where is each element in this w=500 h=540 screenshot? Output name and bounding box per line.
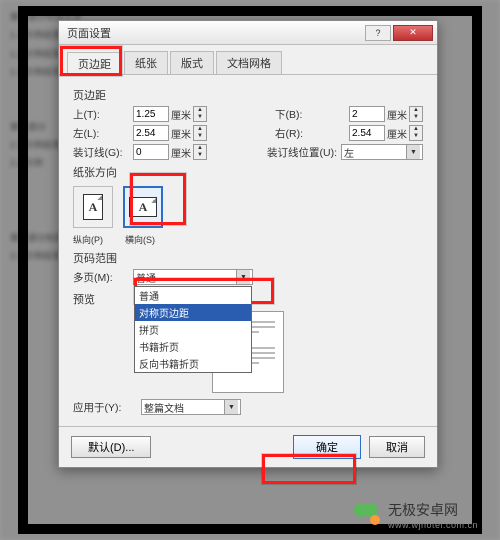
- page-portrait-icon: A: [83, 194, 103, 220]
- chevron-down-icon[interactable]: ▼: [406, 145, 420, 159]
- apply-select[interactable]: 整篇文档 ▼: [141, 399, 241, 415]
- dialog-footer: 默认(D)... 确定 取消: [59, 426, 437, 467]
- ok-button[interactable]: 确定: [293, 435, 361, 459]
- top-spinner[interactable]: 厘米 ▲▼: [133, 106, 207, 122]
- gutter-spinner[interactable]: 厘米 ▲▼: [133, 144, 207, 160]
- spin-up-icon[interactable]: ▲: [194, 126, 206, 133]
- dropdown-option[interactable]: 普通: [135, 287, 251, 304]
- spin-down-icon[interactable]: ▼: [194, 133, 206, 140]
- right-spinner[interactable]: 厘米 ▲▼: [349, 125, 423, 141]
- gutter-pos-value: 左: [344, 145, 354, 160]
- bottom-input[interactable]: [349, 106, 385, 122]
- spin-up-icon[interactable]: ▲: [410, 126, 422, 133]
- dropdown-option[interactable]: 对称页边距: [135, 304, 251, 321]
- tab-paper[interactable]: 纸张: [124, 51, 168, 74]
- tab-strip: 页边距 纸张 版式 文档网格: [59, 45, 437, 75]
- unit-label: 厘米: [171, 145, 191, 160]
- tab-layout[interactable]: 版式: [170, 51, 214, 74]
- left-label: 左(L):: [73, 126, 129, 141]
- left-spinner[interactable]: 厘米 ▲▼: [133, 125, 207, 141]
- orientation-portrait[interactable]: A: [73, 186, 113, 228]
- dialog-body: 页边距 上(T): 厘米 ▲▼ 下(B): 厘米 ▲▼ 左(L): 厘米 ▲▼: [59, 75, 437, 426]
- multi-select[interactable]: 普通 ▼ 普通 对称页边距 拼页 书籍折页 反向书籍折页: [133, 269, 253, 285]
- spin-up-icon[interactable]: ▲: [410, 107, 422, 114]
- watermark-url: www.wjhotel.com.cn: [388, 520, 478, 530]
- dropdown-option[interactable]: 书籍折页: [135, 338, 251, 355]
- watermark-logo-icon: [354, 501, 382, 529]
- pages-section-label: 页码范围: [73, 250, 423, 266]
- watermark: 无极安卓网 www.wjhotel.com.cn: [354, 500, 478, 530]
- unit-label: 厘米: [171, 126, 191, 141]
- close-button[interactable]: ✕: [393, 25, 433, 41]
- gutter-label: 装订线(G):: [73, 145, 129, 160]
- dropdown-option[interactable]: 拼页: [135, 321, 251, 338]
- margins-section-label: 页边距: [73, 87, 423, 103]
- page-landscape-icon: A: [129, 197, 157, 217]
- portrait-caption: 纵向(P): [73, 233, 103, 246]
- landscape-caption: 横向(S): [125, 233, 155, 246]
- orientation-landscape[interactable]: A: [123, 186, 163, 228]
- spin-up-icon[interactable]: ▲: [194, 145, 206, 152]
- top-input[interactable]: [133, 106, 169, 122]
- unit-label: 厘米: [387, 126, 407, 141]
- multi-value: 普通: [136, 270, 156, 285]
- gutter-input[interactable]: [133, 144, 169, 160]
- unit-label: 厘米: [387, 107, 407, 122]
- dialog-title: 页面设置: [67, 25, 363, 41]
- bottom-spinner[interactable]: 厘米 ▲▼: [349, 106, 423, 122]
- spin-down-icon[interactable]: ▼: [410, 133, 422, 140]
- spin-down-icon[interactable]: ▼: [194, 114, 206, 121]
- watermark-text: 无极安卓网: [388, 500, 478, 520]
- cancel-button[interactable]: 取消: [369, 436, 425, 458]
- apply-label: 应用于(Y):: [73, 400, 137, 415]
- tab-margins[interactable]: 页边距: [67, 52, 122, 75]
- help-button[interactable]: ?: [365, 25, 391, 41]
- bottom-label: 下(B):: [275, 107, 345, 122]
- dropdown-option[interactable]: 反向书籍折页: [135, 355, 251, 372]
- unit-label: 厘米: [171, 107, 191, 122]
- top-label: 上(T):: [73, 107, 129, 122]
- spin-down-icon[interactable]: ▼: [410, 114, 422, 121]
- page-setup-dialog: 页面设置 ? ✕ 页边距 纸张 版式 文档网格 页边距 上(T): 厘米 ▲▼ …: [58, 20, 438, 468]
- spin-up-icon[interactable]: ▲: [194, 107, 206, 114]
- right-input[interactable]: [349, 125, 385, 141]
- tab-grid[interactable]: 文档网格: [216, 51, 282, 74]
- left-input[interactable]: [133, 125, 169, 141]
- gutter-pos-select[interactable]: 左 ▼: [341, 144, 423, 160]
- apply-value: 整篇文档: [144, 400, 184, 415]
- chevron-down-icon[interactable]: ▼: [224, 400, 238, 414]
- multi-label: 多页(M):: [73, 270, 129, 285]
- spin-down-icon[interactable]: ▼: [194, 152, 206, 159]
- multi-dropdown-list: 普通 对称页边距 拼页 书籍折页 反向书籍折页: [134, 286, 252, 373]
- gutter-pos-label: 装订线位置(U):: [267, 145, 337, 160]
- orientation-section-label: 纸张方向: [73, 164, 423, 180]
- right-label: 右(R):: [275, 126, 345, 141]
- default-button[interactable]: 默认(D)...: [71, 436, 151, 458]
- chevron-down-icon[interactable]: ▼: [236, 270, 250, 284]
- titlebar[interactable]: 页面设置 ? ✕: [59, 21, 437, 45]
